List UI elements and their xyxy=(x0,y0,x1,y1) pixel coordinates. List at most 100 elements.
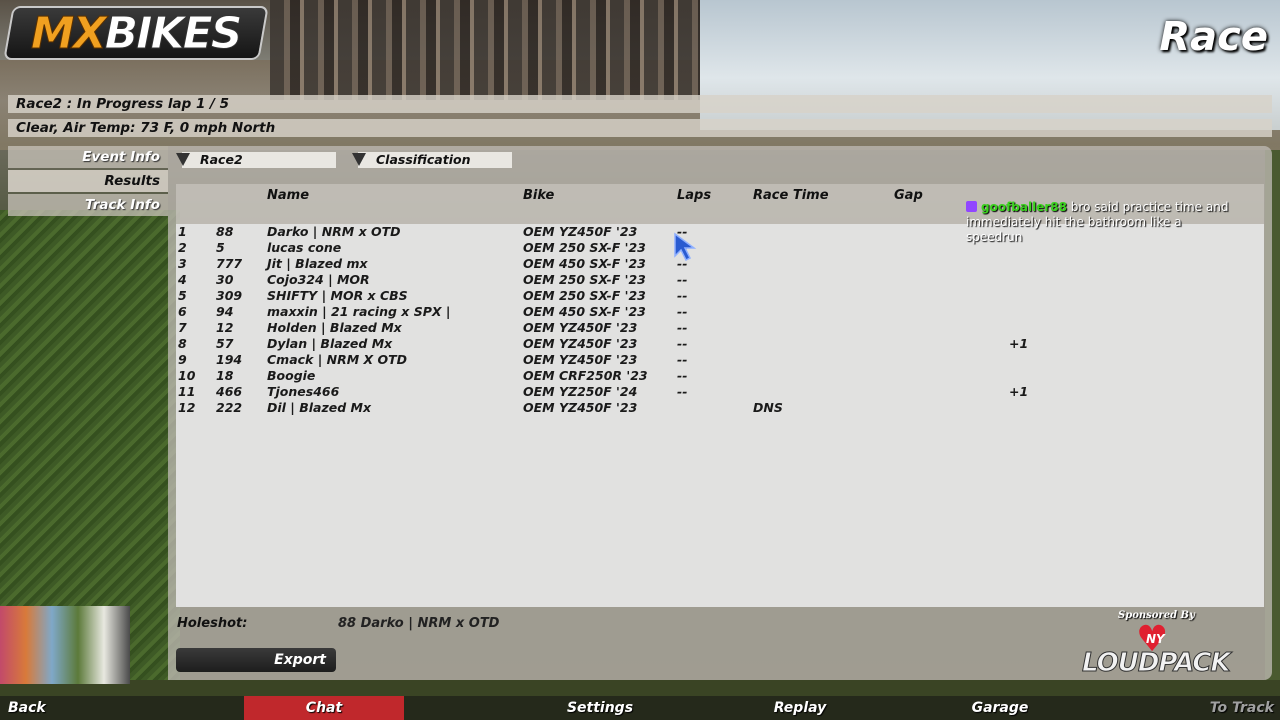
row-bike: OEM 450 SX-F '23 xyxy=(523,304,646,319)
row-bike: OEM 250 SX-F '23 xyxy=(523,288,646,303)
sidebar-item-track-info[interactable]: Track Info xyxy=(8,194,168,216)
row-laps: -- xyxy=(677,336,688,351)
row-number: 309 xyxy=(216,288,243,303)
session-status-bar: Race2 : In Progress lap 1 / 5 xyxy=(8,95,1272,113)
conditions-bar: Clear, Air Temp: 73 F, 0 mph North xyxy=(8,119,1272,137)
sidebar: Event Info Results Track Info xyxy=(8,146,168,218)
table-row[interactable]: 10 18 Boogie OEM CRF250R '23 -- xyxy=(176,368,1264,384)
row-rider-name: lucas cone xyxy=(267,240,342,255)
page-title: Race xyxy=(1159,14,1268,60)
logo-bikes: BIKES xyxy=(104,7,241,59)
table-row[interactable]: 5 309 SHIFTY | MOR x CBS OEM 250 SX-F '23 -- xyxy=(176,288,1264,304)
row-bike: OEM 450 SX-F '23 xyxy=(523,256,646,271)
results-table: 1 88 Darko | NRM x OTD OEM YZ450F '23 -- 2 5 lu… xyxy=(176,224,1264,607)
sidebar-item-event-info[interactable]: Event Info xyxy=(8,146,168,168)
sponsor-ny-text: NY xyxy=(1146,632,1165,646)
row-number: 94 xyxy=(216,304,234,319)
dropdown-arrow-icon xyxy=(176,153,190,166)
row-number: 5 xyxy=(216,240,225,255)
row-position: 10 xyxy=(178,368,196,383)
column-header-name[interactable]: Name xyxy=(267,188,309,203)
row-number: 466 xyxy=(216,384,243,399)
row-laps: -- xyxy=(677,320,688,335)
mx-bikes-logo: MXBIKES xyxy=(3,6,269,60)
row-rider-name: Holden | Blazed Mx xyxy=(267,320,402,335)
column-header-race-time[interactable]: Race Time xyxy=(753,188,829,203)
row-gap: +1 xyxy=(1009,384,1029,399)
session-dropdown[interactable]: Race2 xyxy=(176,152,336,168)
row-position: 1 xyxy=(178,224,187,239)
row-position: 2 xyxy=(178,240,187,255)
row-position: 4 xyxy=(178,272,187,287)
mouse-cursor-icon xyxy=(674,232,697,262)
sponsor-brand: LOUDPACK xyxy=(1082,648,1232,679)
table-row[interactable]: 7 12 Holden | Blazed Mx OEM YZ450F '23 -- xyxy=(176,320,1264,336)
row-number: 777 xyxy=(216,256,243,271)
row-bike: OEM YZ250F '24 xyxy=(523,384,638,399)
row-bike: OEM YZ450F '23 xyxy=(523,400,638,415)
holeshot-value: 88 Darko | NRM x OTD xyxy=(338,616,500,631)
holeshot-label: Holeshot: xyxy=(177,616,248,631)
webcam-overlay xyxy=(0,606,130,684)
row-rider-name: Darko | NRM x OTD xyxy=(267,224,401,239)
garage-button[interactable]: Garage xyxy=(920,696,1080,720)
row-laps: -- xyxy=(677,304,688,319)
row-race-time: DNS xyxy=(753,400,783,415)
row-bike: OEM YZ450F '23 xyxy=(523,336,638,351)
row-rider-name: maxxin | 21 racing x SPX | xyxy=(267,304,451,319)
chat-button[interactable]: Chat xyxy=(244,696,404,720)
session-dropdown-value: Race2 xyxy=(200,152,243,167)
view-dropdown[interactable]: Classification xyxy=(352,152,512,168)
chat-username: goofballer88 xyxy=(981,200,1067,214)
logo-mx: MX xyxy=(31,7,106,59)
row-rider-name: Dil | Blazed Mx xyxy=(267,400,372,415)
column-header-laps[interactable]: Laps xyxy=(677,188,711,203)
row-rider-name: Jit | Blazed mx xyxy=(267,256,368,271)
row-position: 9 xyxy=(178,352,187,367)
row-gap: +1 xyxy=(1009,336,1029,351)
table-row[interactable]: 8 57 Dylan | Blazed Mx OEM YZ450F '23 -- +1 xyxy=(176,336,1264,352)
twitch-icon xyxy=(966,201,977,212)
replay-button[interactable]: Replay xyxy=(720,696,880,720)
row-bike: OEM 250 SX-F '23 xyxy=(523,272,646,287)
row-bike: OEM YZ450F '23 xyxy=(523,320,638,335)
row-laps: -- xyxy=(677,384,688,399)
export-button[interactable]: Export xyxy=(176,648,336,672)
settings-button[interactable]: Settings xyxy=(520,696,680,720)
row-laps: -- xyxy=(677,288,688,303)
table-row[interactable]: 4 30 Cojo324 | MOR OEM 250 SX-F '23 -- xyxy=(176,272,1264,288)
row-position: 5 xyxy=(178,288,187,303)
row-bike: OEM 250 SX-F '23 xyxy=(523,240,646,255)
row-position: 11 xyxy=(178,384,196,399)
back-button[interactable]: Back xyxy=(0,696,52,720)
row-rider-name: Cojo324 | MOR xyxy=(267,272,370,287)
row-rider-name: Dylan | Blazed Mx xyxy=(267,336,393,351)
row-bike: OEM YZ450F '23 xyxy=(523,224,638,239)
sponsor-logo: Sponsored By ♥ NY LOUDPACK xyxy=(1080,608,1240,684)
stream-chat-overlay: goofballer88 bro said practice time and … xyxy=(966,200,1236,245)
table-row[interactable]: 12 222 Dil | Blazed Mx OEM YZ450F '23 DNS xyxy=(176,400,1264,416)
row-rider-name: Boogie xyxy=(267,368,316,383)
sidebar-item-results[interactable]: Results xyxy=(8,170,168,192)
row-position: 6 xyxy=(178,304,187,319)
table-row[interactable]: 3 777 Jit | Blazed mx OEM 450 SX-F '23 -- xyxy=(176,256,1264,272)
table-row[interactable]: 11 466 Tjones466 OEM YZ250F '24 -- +1 xyxy=(176,384,1264,400)
to-track-button[interactable]: To Track xyxy=(1150,696,1274,720)
row-number: 88 xyxy=(216,224,234,239)
dropdown-arrow-icon xyxy=(352,153,366,166)
row-position: 12 xyxy=(178,400,196,415)
row-position: 8 xyxy=(178,336,187,351)
column-header-bike[interactable]: Bike xyxy=(523,188,554,203)
row-laps: -- xyxy=(677,352,688,367)
row-number: 30 xyxy=(216,272,234,287)
row-rider-name: SHIFTY | MOR x CBS xyxy=(267,288,408,303)
row-number: 18 xyxy=(216,368,234,383)
table-row[interactable]: 9 194 Cmack | NRM X OTD OEM YZ450F '23 -- xyxy=(176,352,1264,368)
row-rider-name: Cmack | NRM X OTD xyxy=(267,352,408,367)
row-bike: OEM YZ450F '23 xyxy=(523,352,638,367)
column-header-gap[interactable]: Gap xyxy=(894,188,923,203)
row-number: 222 xyxy=(216,400,243,415)
row-position: 3 xyxy=(178,256,187,271)
row-rider-name: Tjones466 xyxy=(267,384,340,399)
table-row[interactable]: 6 94 maxxin | 21 racing x SPX | OEM 450 SX-… xyxy=(176,304,1264,320)
